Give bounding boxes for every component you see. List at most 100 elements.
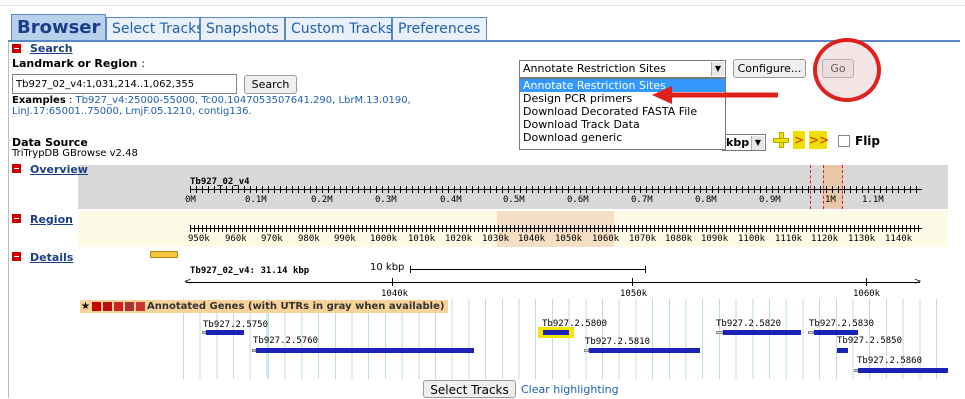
gene-feature[interactable] <box>723 330 801 335</box>
annotation-arrow <box>650 86 780 104</box>
overview-tick: 0M <box>185 195 196 205</box>
zoom-select[interactable]: kbp ▼ <box>722 134 766 151</box>
tab-select-tracks[interactable]: Select Tracks <box>106 17 204 40</box>
gene-feature[interactable] <box>589 348 700 353</box>
examples-links-1[interactable]: Tb927_v4:25000-55000, Tc00.1047053507641… <box>76 95 411 106</box>
menu-item-download-generic[interactable]: Download generic <box>520 131 725 144</box>
overview-tick: 0.3M <box>375 195 397 205</box>
track-title: Annotated Genes (with UTRs in gray when … <box>146 301 445 312</box>
help-track-icon[interactable] <box>135 302 145 311</box>
menu-item-download-decorated-fasta[interactable]: Download Decorated FASTA File <box>520 105 725 118</box>
region-tick: 1090k <box>701 234 729 244</box>
gene-feature[interactable] <box>206 330 244 335</box>
region-tick: 1040k <box>518 234 546 244</box>
region-tick: 1100k <box>738 234 766 244</box>
tab-underline <box>8 40 960 42</box>
plugin-select-value: Annotate Restriction Sites <box>523 62 666 75</box>
gene-feature[interactable] <box>814 330 858 335</box>
overview-tick: 0.8M <box>695 195 717 205</box>
gene-label[interactable]: Tb927.2.5860 <box>857 356 922 366</box>
download-track-icon[interactable] <box>124 302 134 311</box>
gene-feature[interactable] <box>858 368 948 373</box>
details-summary: Tb927_02_v4: 31.14 kbp <box>190 266 310 276</box>
tab-preferences[interactable]: Preferences <box>392 17 487 40</box>
gene-label[interactable]: Tb927.2.5830 <box>809 319 874 329</box>
region-section-link[interactable]: Region <box>30 213 73 226</box>
menu-item-download-track-data[interactable]: Download Track Data <box>520 118 725 131</box>
select-tracks-button[interactable]: Select Tracks <box>423 380 516 398</box>
flip-checkbox[interactable] <box>838 135 850 147</box>
details-ruler <box>186 282 920 283</box>
gene-feature[interactable] <box>543 330 569 335</box>
plugin-select[interactable]: Annotate Restriction Sites ▼ <box>519 60 726 78</box>
overview-section-link[interactable]: Overview <box>30 163 88 176</box>
top-cutoff-strip <box>0 0 965 6</box>
gene-label[interactable]: Tb927.2.5750 <box>203 320 268 330</box>
region-tick: 1020k <box>445 234 473 244</box>
collapse-details-icon[interactable] <box>12 252 21 261</box>
region-tick: 950k <box>188 234 210 244</box>
tab-snapshots[interactable]: Snapshots <box>200 17 285 40</box>
gene-utr <box>716 331 723 334</box>
overview-tick: 0.2M <box>311 195 333 205</box>
gene-label[interactable]: Tb927.2.5810 <box>585 337 650 347</box>
collapse-region-icon[interactable] <box>12 214 21 223</box>
region-tick: 1140k <box>885 234 913 244</box>
close-track-icon[interactable] <box>91 302 101 311</box>
gene-label[interactable]: Tb927.2.5820 <box>716 319 781 329</box>
clear-highlighting-link[interactable]: Clear highlighting <box>521 383 619 396</box>
configure-track-icon[interactable] <box>113 302 123 311</box>
details-ruler-arrow-left: < <box>184 277 192 287</box>
chevron-down-icon: ▼ <box>711 62 724 76</box>
overview-tick: 0.6M <box>567 195 589 205</box>
details-scale-bar-end-left <box>410 266 411 273</box>
scroll-right-icon[interactable]: > <box>793 131 805 149</box>
details-scale-bar <box>410 269 646 270</box>
overview-ruler-ticks <box>190 186 922 193</box>
collapse-search-icon[interactable] <box>12 44 21 53</box>
data-source-value: TriTrypDB GBrowse v2.48 <box>12 148 138 159</box>
region-tick: 970k <box>261 234 283 244</box>
landmark-colon: : <box>141 57 145 70</box>
landmark-label: Landmark or Region : <box>12 57 145 70</box>
search-section-link[interactable]: Search <box>30 42 73 55</box>
overview-tick: 0.9M <box>759 195 781 205</box>
collapse-overview-icon[interactable] <box>12 164 21 173</box>
gene-feature[interactable] <box>837 348 848 353</box>
region-tick: 1050k <box>555 234 583 244</box>
details-scale-bar-end-right <box>645 266 646 273</box>
gene-label[interactable]: Tb927.2.5760 <box>253 336 318 346</box>
overview-tick: 0.1M <box>245 195 267 205</box>
tab-browser[interactable]: Browser <box>11 14 106 40</box>
examples-line-1: Examples : Tb927_v4:25000-55000, Tc00.10… <box>12 95 411 106</box>
configure-button[interactable]: Configure... <box>733 59 806 78</box>
details-tick: 1050k <box>620 289 648 299</box>
region-tick: 990k <box>334 234 356 244</box>
tab-custom-tracks[interactable]: Custom Tracks <box>285 17 393 40</box>
details-major-tick <box>632 278 633 286</box>
landmark-input[interactable] <box>12 74 237 94</box>
examples-colon: : <box>68 95 73 106</box>
details-section-link[interactable]: Details <box>30 251 73 264</box>
region-tick: 1120k <box>811 234 839 244</box>
gene-label[interactable]: Tb927.2.5850 <box>837 336 902 346</box>
star-icon[interactable]: ★ <box>81 301 90 312</box>
flip-label: Flip <box>855 134 881 148</box>
zoom-select-value: kbp <box>726 136 750 149</box>
share-track-icon[interactable] <box>102 302 112 311</box>
region-ruler-ticks <box>190 225 922 232</box>
gene-feature[interactable] <box>256 348 474 353</box>
region-tick: 1000k <box>370 234 398 244</box>
details-drag-handle[interactable] <box>150 251 178 258</box>
details-track-label-bg <box>78 249 178 379</box>
search-button[interactable]: Search <box>244 75 297 94</box>
scroll-far-right-icon[interactable]: >> <box>809 131 829 149</box>
region-tick: 1080k <box>665 234 693 244</box>
details-scale-label: 10 kbp <box>370 262 405 273</box>
region-tick: 1110k <box>775 234 803 244</box>
zoom-in-icon[interactable] <box>773 132 789 148</box>
examples-line-2[interactable]: LinJ.17:65001..75000, LmjF.05.1210, cont… <box>12 106 252 117</box>
region-tick: 1030k <box>482 234 510 244</box>
annotation-circle <box>813 38 881 102</box>
landmark-label-text: Landmark or Region <box>12 57 138 70</box>
